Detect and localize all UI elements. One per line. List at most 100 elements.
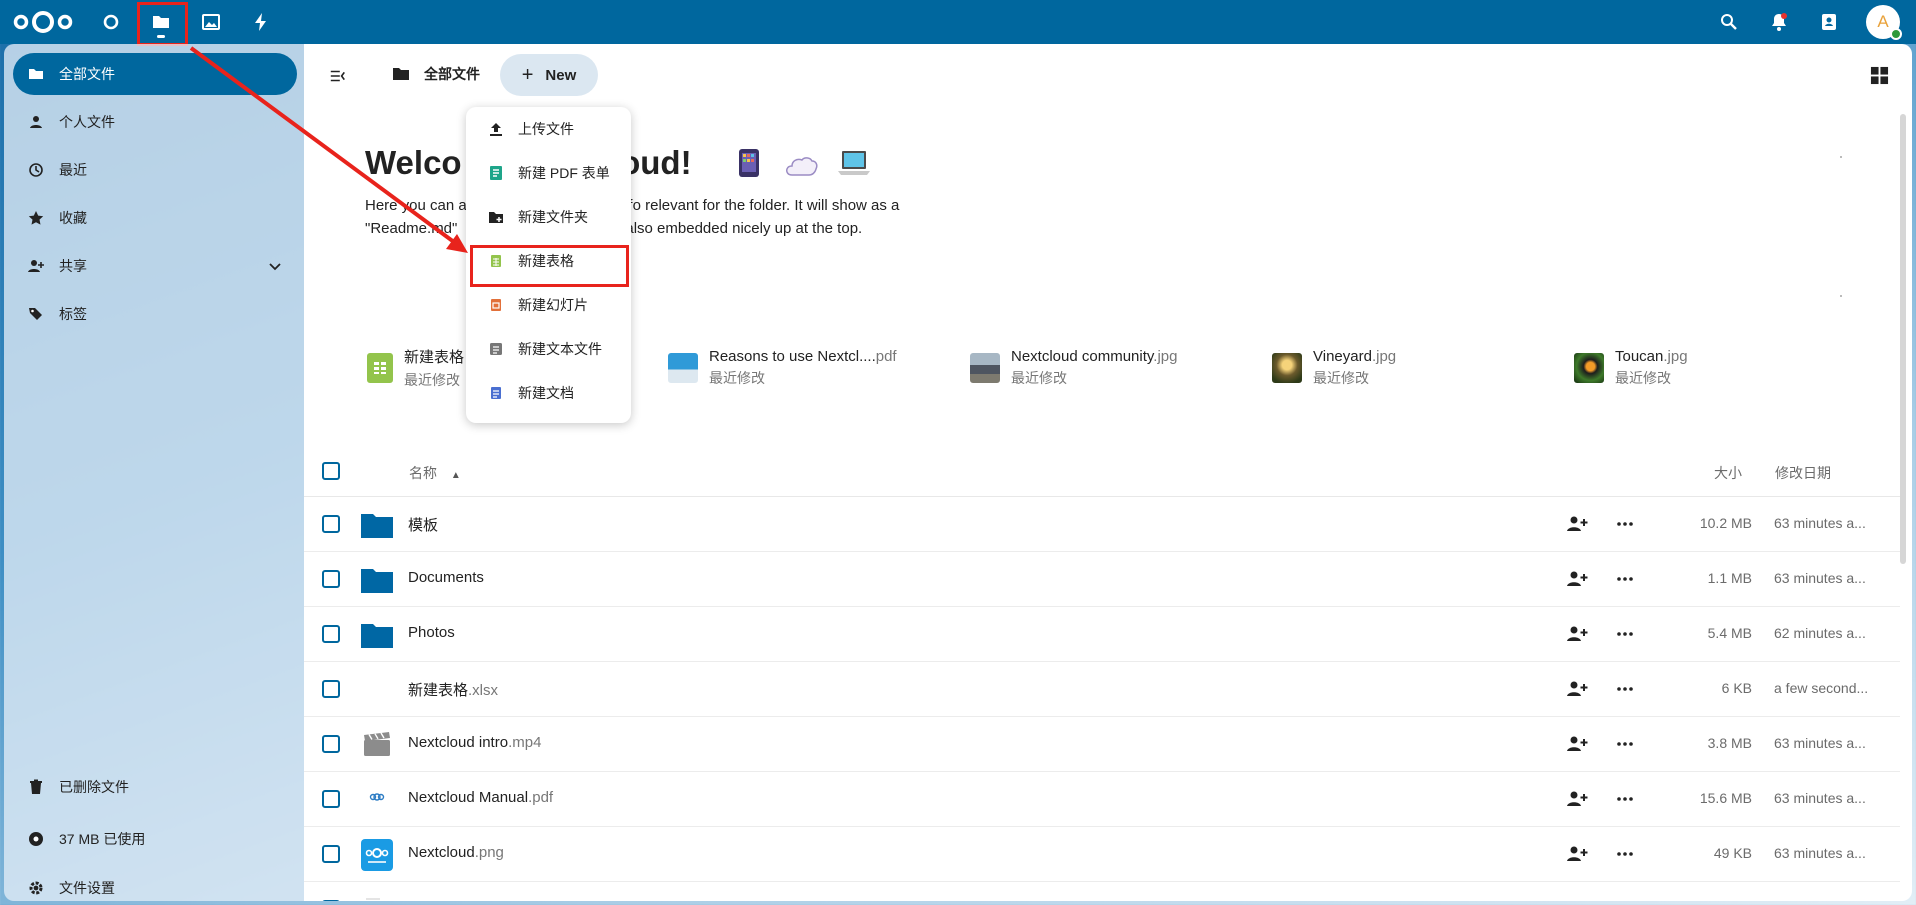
top-header: A: [0, 0, 1916, 44]
laptop-icon: [837, 148, 871, 185]
share-icon[interactable]: [1566, 788, 1588, 810]
share-icon[interactable]: [1566, 678, 1588, 700]
select-all-checkbox[interactable]: [322, 462, 340, 480]
dashboard-app-icon[interactable]: [86, 0, 136, 44]
file-row[interactable]: 新建表格.xlsx 6 KB a few second...: [304, 662, 1900, 717]
menu-upload-file[interactable]: 上传文件: [474, 107, 623, 151]
share-icon[interactable]: [1566, 843, 1588, 865]
menu-item-label: 新建 PDF 表单: [518, 165, 610, 181]
menu-new-document[interactable]: 新建文档: [474, 371, 623, 415]
nav-tags[interactable]: 标签: [13, 293, 297, 335]
chevron-down-icon[interactable]: [267, 258, 283, 274]
file-size: 15.6 MB: [1699, 790, 1752, 806]
row-checkbox[interactable]: [322, 735, 340, 753]
file-row[interactable]: Readme.md < 1 KB 63 minutes a...: [304, 882, 1900, 901]
share-icon[interactable]: [1566, 898, 1588, 901]
nav-shares[interactable]: 共享: [13, 245, 297, 287]
file-row[interactable]: 模板 10.2 MB 63 minutes a...: [304, 497, 1900, 552]
file-name[interactable]: Readme.md: [408, 899, 490, 901]
recent-file-name: Toucan: [1615, 348, 1664, 365]
row-checkbox[interactable]: [322, 625, 340, 643]
history-icon: [27, 161, 45, 179]
readme-text: Here you can ay other info relevant for …: [365, 194, 1005, 240]
menu-item-label: 上传文件: [518, 121, 574, 137]
file-basename: Nextcloud Manual: [408, 789, 529, 806]
grid-view-icon[interactable]: [1864, 60, 1894, 90]
readme-divider-dot: [1840, 295, 1842, 297]
file-basename: Readme: [408, 899, 465, 901]
file-name[interactable]: 新建表格.xlsx: [408, 679, 498, 700]
file-row[interactable]: Nextcloud.png 49 KB 63 minutes a...: [304, 827, 1900, 882]
toggle-navigation-icon[interactable]: [316, 54, 360, 98]
menu-new-pdf-form[interactable]: 新建 PDF 表单: [474, 151, 623, 195]
folder-file-icon: [360, 618, 394, 652]
user-icon: [27, 113, 45, 131]
file-size: 49 KB: [1713, 845, 1752, 861]
file-modified-date: a few second...: [1774, 680, 1869, 696]
recent-file-item[interactable]: Vineyard.jpg 最近修改: [1272, 346, 1396, 390]
file-name[interactable]: Documents: [408, 569, 484, 586]
mobile-phone-icon: [738, 148, 760, 185]
file-row[interactable]: Nextcloud Manual.pdf 15.6 MB 63 minutes a.…: [304, 772, 1900, 827]
recent-file-item[interactable]: Reasons to use Nextcl....pdf 最近修改: [668, 346, 897, 390]
row-checkbox[interactable]: [322, 570, 340, 588]
file-name[interactable]: Nextcloud Manual.pdf: [408, 789, 553, 806]
file-name[interactable]: Photos: [408, 624, 455, 641]
sort-by-name[interactable]: 名称 ▲: [409, 463, 461, 483]
file-size: 1.1 MB: [1707, 570, 1752, 586]
nav-recent[interactable]: 最近: [13, 149, 297, 191]
file-row[interactable]: Nextcloud intro.mp4 3.8 MB 63 minutes a...: [304, 717, 1900, 772]
tag-icon: [27, 305, 45, 323]
new-button[interactable]: + New: [500, 54, 598, 96]
menu-new-presentation[interactable]: 新建幻灯片: [474, 283, 623, 327]
storage-usage[interactable]: 37 MB 已使用: [13, 818, 297, 860]
share-icon[interactable]: [1566, 733, 1588, 755]
row-checkbox[interactable]: [322, 790, 340, 808]
share-icon[interactable]: [1566, 568, 1588, 590]
nav-favorites[interactable]: 收藏: [13, 197, 297, 239]
file-basename: Photos: [408, 624, 455, 641]
nav-all-files[interactable]: 全部文件: [13, 53, 297, 95]
nav-label: 共享: [59, 258, 87, 274]
recent-file-sub: 最近修改: [404, 372, 460, 388]
toucan-photo-thumbnail: [1574, 353, 1604, 383]
file-modified-date: 63 minutes a...: [1774, 735, 1866, 751]
breadcrumb[interactable]: 全部文件: [392, 64, 480, 84]
notifications-icon[interactable]: [1757, 0, 1801, 44]
menu-item-label: 新建文档: [518, 385, 574, 401]
share-icon[interactable]: [1566, 513, 1588, 535]
file-name[interactable]: Nextcloud intro.mp4: [408, 734, 541, 751]
row-checkbox[interactable]: [322, 845, 340, 863]
file-list-header: 名称 ▲ 大小 修改日期: [304, 445, 1900, 497]
activity-app-icon[interactable]: [236, 0, 286, 44]
menu-new-folder[interactable]: 新建文件夹: [474, 195, 623, 239]
file-name[interactable]: Nextcloud.png: [408, 844, 504, 861]
nextcloud-logo[interactable]: [12, 8, 74, 36]
share-icon[interactable]: [1566, 623, 1588, 645]
files-app-icon[interactable]: [136, 0, 186, 44]
sort-by-size[interactable]: 大小: [1714, 463, 1742, 483]
row-checkbox[interactable]: [322, 515, 340, 533]
recent-file-item[interactable]: 新建表格 最近修改: [367, 346, 464, 390]
nav-personal-files[interactable]: 个人文件: [13, 101, 297, 143]
recent-file-sub: 最近修改: [709, 370, 765, 386]
nav-deleted-files[interactable]: 已删除文件: [13, 766, 297, 808]
nav-files-settings[interactable]: 文件设置: [13, 867, 297, 905]
contacts-icon[interactable]: [1807, 0, 1851, 44]
menu-new-text-file[interactable]: 新建文本文件: [474, 327, 623, 371]
file-basename: 新建表格: [408, 682, 469, 699]
scrollbar[interactable]: [1900, 114, 1906, 564]
file-row[interactable]: Documents 1.1 MB 63 minutes a...: [304, 552, 1900, 607]
presentation-icon: [488, 297, 504, 313]
search-icon[interactable]: [1707, 0, 1751, 44]
file-name[interactable]: 模板: [408, 514, 438, 535]
row-checkbox[interactable]: [322, 680, 340, 698]
menu-new-spreadsheet[interactable]: 新建表格: [474, 239, 623, 283]
photos-app-icon[interactable]: [186, 0, 236, 44]
plus-icon: +: [521, 63, 534, 86]
row-checkbox[interactable]: [322, 900, 340, 901]
sort-by-modified[interactable]: 修改日期: [1775, 463, 1831, 483]
recent-file-item[interactable]: Nextcloud community.jpg 最近修改: [970, 346, 1177, 390]
file-row[interactable]: Photos 5.4 MB 62 minutes a...: [304, 607, 1900, 662]
recent-file-item[interactable]: Toucan.jpg 最近修改: [1574, 346, 1688, 390]
